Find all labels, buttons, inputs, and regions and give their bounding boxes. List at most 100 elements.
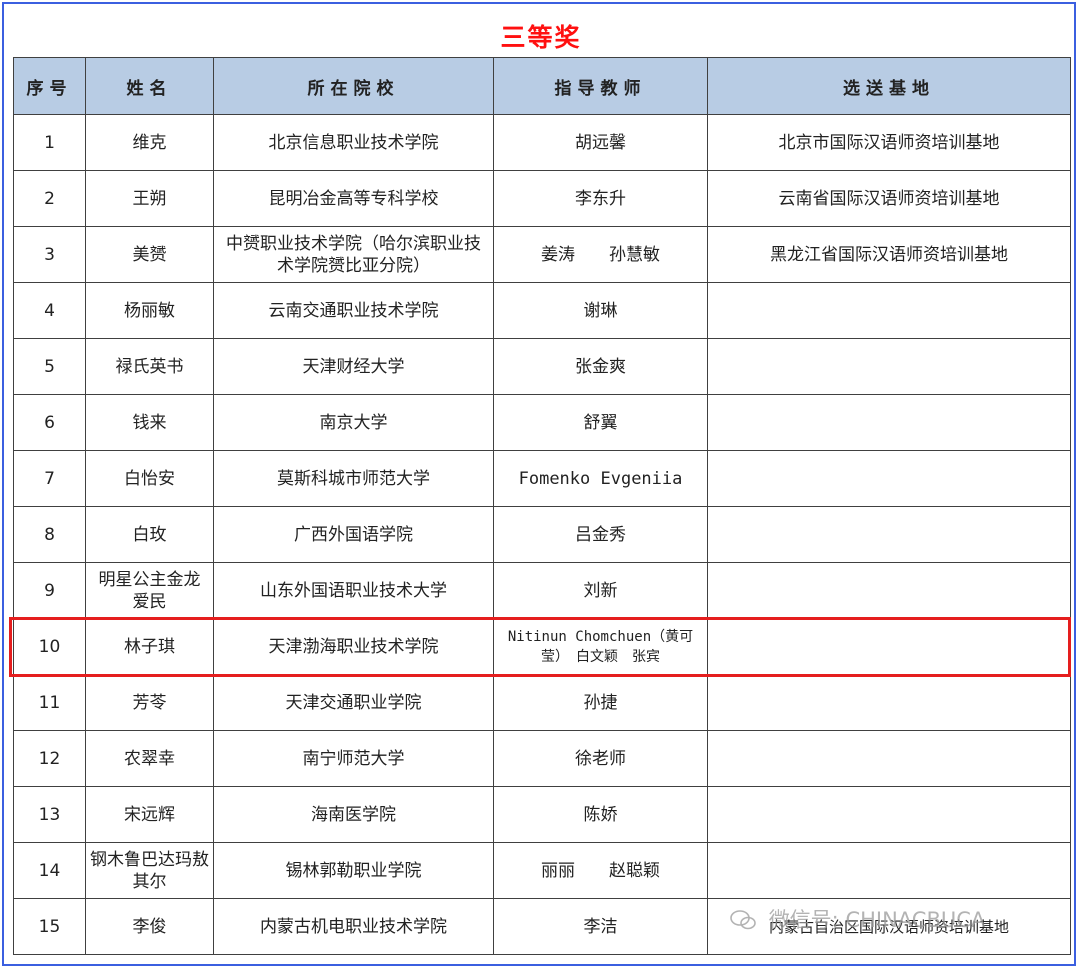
table-row: 3 美赟 中赟职业技术学院（哈尔滨职业技术学院赟比亚分院） 姜涛 孙慧敏 黑龙江… bbox=[13, 226, 1071, 283]
student-name: 芳苓 bbox=[85, 674, 214, 731]
base-name bbox=[707, 674, 1071, 731]
base-name bbox=[707, 730, 1071, 787]
table-row: 7 白怡安 莫斯科城市师范大学 Fomenko Evgeniia bbox=[13, 450, 1071, 507]
school-name: 昆明冶金高等专科学校 bbox=[213, 170, 494, 227]
school-name: 内蒙古机电职业技术学院 bbox=[213, 898, 494, 955]
watermark-text: 微信号: CHINACBUCA bbox=[768, 908, 986, 932]
teacher-name: 胡远馨 bbox=[493, 114, 708, 171]
table-row: 8 白玫 广西外国语学院 吕金秀 bbox=[13, 506, 1071, 563]
base-name: 云南省国际汉语师资培训基地 bbox=[707, 170, 1071, 227]
teacher-name: 李东升 bbox=[493, 170, 708, 227]
base-name bbox=[707, 842, 1071, 899]
row-number: 2 bbox=[13, 170, 86, 227]
header-name: 姓名 bbox=[85, 57, 214, 115]
base-name bbox=[707, 786, 1071, 843]
row-number: 10 bbox=[13, 618, 86, 675]
row-number: 9 bbox=[13, 562, 86, 619]
student-name: 钱来 bbox=[85, 394, 214, 451]
row-number: 6 bbox=[13, 394, 86, 451]
header-school: 所在院校 bbox=[213, 57, 494, 115]
teacher-name: Fomenko Evgeniia bbox=[493, 450, 708, 507]
teacher-name: 陈娇 bbox=[493, 786, 708, 843]
student-name: 钢木鲁巴达玛敖其尔 bbox=[85, 842, 214, 899]
row-number: 14 bbox=[13, 842, 86, 899]
student-name: 农翠幸 bbox=[85, 730, 214, 787]
header-no: 序号 bbox=[13, 57, 86, 115]
teacher-name: Nitinun Chomchuen（黄可莹） 白文颖 张宾 bbox=[493, 618, 708, 675]
row-number: 8 bbox=[13, 506, 86, 563]
award-sheet: 三等奖 序号 姓名 所在院校 指导教师 选送基地 1 维克 北京信息职业技术学院… bbox=[2, 2, 1076, 966]
school-name: 莫斯科城市师范大学 bbox=[213, 450, 494, 507]
base-name bbox=[707, 562, 1071, 619]
school-name: 山东外国语职业技术大学 bbox=[213, 562, 494, 619]
base-name bbox=[707, 282, 1071, 339]
table-row: 11 芳苓 天津交通职业学院 孙捷 bbox=[13, 674, 1071, 731]
student-name: 明星公主金龙 爱民 bbox=[85, 562, 214, 619]
base-name bbox=[707, 506, 1071, 563]
row-number: 1 bbox=[13, 114, 86, 171]
header-base: 选送基地 bbox=[707, 57, 1071, 115]
base-name bbox=[707, 338, 1071, 395]
student-name: 杨丽敏 bbox=[85, 282, 214, 339]
row-number: 3 bbox=[13, 226, 86, 283]
award-title: 三等奖 bbox=[500, 23, 582, 52]
table-row: 1 维克 北京信息职业技术学院 胡远馨 北京市国际汉语师资培训基地 bbox=[13, 114, 1071, 171]
student-name: 林子琪 bbox=[85, 618, 214, 675]
table-row-highlighted: 10 林子琪 天津渤海职业技术学院 Nitinun Chomchuen（黄可莹）… bbox=[13, 618, 1071, 675]
school-name: 天津渤海职业技术学院 bbox=[213, 618, 494, 675]
wechat-watermark: 微信号: CHINACBUCA bbox=[730, 904, 985, 934]
header-row: 序号 姓名 所在院校 指导教师 选送基地 bbox=[13, 57, 1071, 115]
student-name: 宋远辉 bbox=[85, 786, 214, 843]
row-number: 12 bbox=[13, 730, 86, 787]
school-name: 锡林郭勒职业学院 bbox=[213, 842, 494, 899]
table-row: 2 王朔 昆明冶金高等专科学校 李东升 云南省国际汉语师资培训基地 bbox=[13, 170, 1071, 227]
school-name: 海南医学院 bbox=[213, 786, 494, 843]
teacher-name: 徐老师 bbox=[493, 730, 708, 787]
school-name: 南京大学 bbox=[213, 394, 494, 451]
table-row: 4 杨丽敏 云南交通职业技术学院 谢琳 bbox=[13, 282, 1071, 339]
teacher-name: 舒翼 bbox=[493, 394, 708, 451]
table-row: 14 钢木鲁巴达玛敖其尔 锡林郭勒职业学院 丽丽 赵聪颖 bbox=[13, 842, 1071, 899]
school-name: 北京信息职业技术学院 bbox=[213, 114, 494, 171]
teacher-name: 孙捷 bbox=[493, 674, 708, 731]
base-name bbox=[707, 618, 1071, 675]
teacher-name: 张金爽 bbox=[493, 338, 708, 395]
student-name: 禄氏英书 bbox=[85, 338, 214, 395]
student-name: 王朔 bbox=[85, 170, 214, 227]
table-row: 5 禄氏英书 天津财经大学 张金爽 bbox=[13, 338, 1071, 395]
header-teacher: 指导教师 bbox=[493, 57, 708, 115]
student-name: 白怡安 bbox=[85, 450, 214, 507]
teacher-name: 李洁 bbox=[493, 898, 708, 955]
table-row: 13 宋远辉 海南医学院 陈娇 bbox=[13, 786, 1071, 843]
base-name bbox=[707, 450, 1071, 507]
teacher-name: 谢琳 bbox=[493, 282, 708, 339]
teacher-name: 吕金秀 bbox=[493, 506, 708, 563]
row-number: 7 bbox=[13, 450, 86, 507]
base-name bbox=[707, 394, 1071, 451]
row-number: 5 bbox=[13, 338, 86, 395]
wechat-icon bbox=[730, 910, 756, 930]
student-name: 李俊 bbox=[85, 898, 214, 955]
awards-table: 序号 姓名 所在院校 指导教师 选送基地 1 维克 北京信息职业技术学院 胡远馨… bbox=[13, 57, 1071, 955]
teacher-name: 丽丽 赵聪颖 bbox=[493, 842, 708, 899]
student-name: 美赟 bbox=[85, 226, 214, 283]
school-name: 南宁师范大学 bbox=[213, 730, 494, 787]
school-name: 天津交通职业学院 bbox=[213, 674, 494, 731]
row-number: 13 bbox=[13, 786, 86, 843]
school-name: 云南交通职业技术学院 bbox=[213, 282, 494, 339]
student-name: 维克 bbox=[85, 114, 214, 171]
row-number: 11 bbox=[13, 674, 86, 731]
base-name: 黑龙江省国际汉语师资培训基地 bbox=[707, 226, 1071, 283]
table-row: 12 农翠幸 南宁师范大学 徐老师 bbox=[13, 730, 1071, 787]
table-row: 6 钱来 南京大学 舒翼 bbox=[13, 394, 1071, 451]
school-name: 中赟职业技术学院（哈尔滨职业技术学院赟比亚分院） bbox=[213, 226, 494, 283]
school-name: 广西外国语学院 bbox=[213, 506, 494, 563]
teacher-name: 姜涛 孙慧敏 bbox=[493, 226, 708, 283]
row-number: 4 bbox=[13, 282, 86, 339]
school-name: 天津财经大学 bbox=[213, 338, 494, 395]
teacher-name: 刘新 bbox=[493, 562, 708, 619]
base-name: 北京市国际汉语师资培训基地 bbox=[707, 114, 1071, 171]
row-number: 15 bbox=[13, 898, 86, 955]
student-name: 白玫 bbox=[85, 506, 214, 563]
table-row: 9 明星公主金龙 爱民 山东外国语职业技术大学 刘新 bbox=[13, 562, 1071, 619]
